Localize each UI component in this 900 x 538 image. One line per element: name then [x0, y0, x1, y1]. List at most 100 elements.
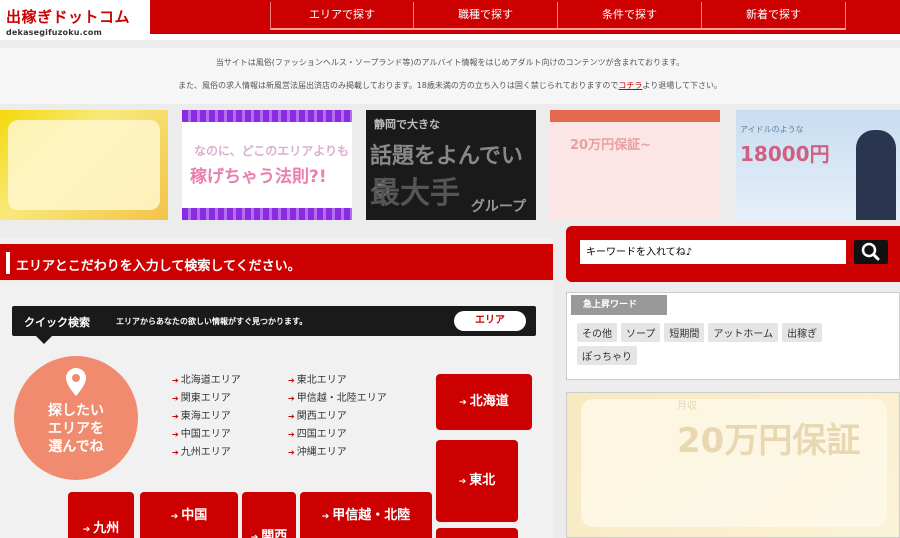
title-accent [6, 252, 10, 274]
notice-line-1: 当サイトは風俗(ファッションヘルス・ソープランド等)のアルバイト情報をはじめアダ… [215, 58, 685, 67]
arrow-icon: ➔ [172, 376, 179, 385]
area-label: 東海エリア [180, 411, 231, 422]
area-label: 九州エリア [180, 447, 231, 458]
banner-1[interactable] [0, 110, 168, 220]
banner-2[interactable]: なのに、どこのエリアよりも 稼げちゃう法則?! [182, 110, 352, 220]
area-link-chugoku[interactable]: ➔ 中国エリア [172, 426, 241, 444]
trend-tag[interactable]: 短期間 [664, 323, 705, 342]
circle-line-2: エリアを [48, 421, 104, 437]
map-label: 九州 [93, 521, 120, 536]
site-logo[interactable]: 出稼ぎドットコム dekasegifuzoku.com [6, 6, 130, 37]
map-label: 甲信越・北陸 [332, 508, 411, 523]
banner-5-line-1: アイドルのような [740, 125, 804, 134]
trend-tag[interactable]: ソープ [621, 323, 661, 342]
area-link-tohoku[interactable]: ➔ 東北エリア [288, 372, 387, 390]
nav-area[interactable]: エリアで探す [270, 2, 414, 30]
area-list-1: ➔ 北海道エリア ➔ 関東エリア ➔ 東海エリア ➔ 中国エリア ➔ 九州エリア [172, 372, 241, 462]
trend-tag[interactable]: その他 [577, 323, 617, 342]
area-link-kyushu[interactable]: ➔ 九州エリア [172, 444, 241, 462]
arrow-icon: ➔ [82, 525, 91, 535]
area-label: 関西エリア [296, 411, 347, 422]
arrow-icon: ➔ [172, 430, 179, 439]
banner-3[interactable]: 静岡で大きな 話題をよんでいる 最大手 グループ [366, 110, 536, 220]
area-label: 沖縄エリア [296, 447, 347, 458]
quick-area-button[interactable]: エリア [454, 311, 526, 331]
banner-1-panel [8, 120, 160, 210]
arrow-icon: ➔ [288, 376, 295, 385]
map-tohoku[interactable]: ➔ 東北 [436, 440, 518, 522]
arrow-icon: ➔ [288, 394, 295, 403]
notice-line-2-tail: より退場して下さい。 [642, 81, 723, 90]
banner-3-line-1: 静岡で大きな [374, 118, 440, 131]
trending-tag-list: その他 ソープ 短期間 アットホーム 出稼ぎ ぽっちゃり [577, 323, 857, 365]
circle-line-1: 探したい [48, 403, 104, 419]
area-label: 北海道エリア [180, 375, 241, 386]
trend-tag[interactable]: ぽっちゃり [577, 346, 637, 365]
area-link-okinawa[interactable]: ➔ 沖縄エリア [288, 444, 387, 462]
map-hokkaido[interactable]: ➔ 北海道 [436, 374, 532, 430]
choose-area-circle: 探したい エリアを 選んでね [14, 356, 138, 480]
logo-title: 出稼ぎドットコム [6, 8, 131, 26]
quick-search-title: クイック検索 [24, 316, 90, 329]
banner-2-line-1: なのに、どこのエリアよりも [194, 144, 350, 158]
arrow-icon: ➔ [458, 477, 467, 487]
arrow-icon: ➔ [288, 448, 295, 457]
ad-line-1: 月収 [677, 401, 697, 412]
choose-area-text: 探したい エリアを 選んでね [14, 402, 138, 456]
banner-4[interactable]: 20万円保証~ [550, 110, 720, 220]
map-pin-icon [66, 368, 86, 396]
map-label: 中国 [181, 508, 208, 523]
area-list-2: ➔ 東北エリア ➔ 甲信越・北陸エリア ➔ 関西エリア ➔ 四国エリア ➔ 沖縄エリア [288, 372, 387, 462]
arrow-icon: ➔ [172, 412, 179, 421]
map-chugoku[interactable]: ➔ 中国 [140, 492, 238, 538]
nav-new-arrivals[interactable]: 新着で探す [702, 2, 846, 30]
trend-tag[interactable]: 出稼ぎ [782, 323, 823, 342]
trending-title: 急上昇ワード [571, 295, 667, 315]
map-kyushu[interactable]: ➔ 九州 [68, 492, 134, 538]
exit-link[interactable]: コチラ [618, 81, 642, 90]
banner-4-line-1: 20万円保証~ [570, 138, 651, 153]
arrow-icon: ➔ [288, 430, 295, 439]
area-link-hokkaido[interactable]: ➔ 北海道エリア [172, 372, 241, 390]
search-icon [861, 242, 880, 261]
site-header: 出稼ぎドットコム dekasegifuzoku.com エリアで探す 職種で探す… [0, 0, 900, 40]
arrow-icon: ➔ [250, 533, 259, 538]
map-kanto[interactable] [436, 528, 518, 538]
banner-2-stripe-bottom [182, 208, 352, 220]
quick-search-desc: エリアからあなたの欲しい情報がすぐ見つかります。 [116, 317, 308, 326]
trend-tag[interactable]: アットホーム [708, 323, 779, 342]
map-koshinetsu[interactable]: ➔ 甲信越・北陸 [300, 492, 432, 538]
banner-5[interactable]: アイドルのような 18000円 [736, 110, 900, 220]
notice-line-2: また、風俗の求人情報は新風営法届出済店のみ掲載しております。18歳未満の方の立ち… [0, 80, 900, 91]
map-label: 関西 [261, 529, 288, 538]
area-label: 東北エリア [296, 375, 347, 386]
area-link-koshinetsu[interactable]: ➔ 甲信越・北陸エリア [288, 390, 387, 408]
banner-3-line-3: 最大手 [370, 176, 460, 211]
map-label: 東北 [469, 473, 496, 488]
keyword-input[interactable] [580, 240, 846, 264]
map-label: 北海道 [469, 394, 509, 409]
keyword-search-button[interactable] [854, 240, 888, 264]
banner-5-person-image [856, 130, 896, 220]
area-label: 四国エリア [296, 429, 347, 440]
area-link-tokai[interactable]: ➔ 東海エリア [172, 408, 241, 426]
arrow-icon: ➔ [172, 394, 179, 403]
banner-3-line-4: グループ [470, 199, 526, 215]
banner-4-band [550, 110, 720, 122]
search-title-bar: エリアとこだわりを入力して検索してください。 [0, 244, 553, 282]
sidebar-ad-banner[interactable]: 月収 20万円保証 [566, 392, 900, 538]
arrow-icon: ➔ [172, 448, 179, 457]
nav-job-type[interactable]: 職種で探す [414, 2, 558, 30]
banner-5-line-2: 18000円 [740, 142, 830, 166]
area-link-shikoku[interactable]: ➔ 四国エリア [288, 426, 387, 444]
banner-2-stripe-top [182, 110, 352, 122]
circle-line-3: 選んでね [48, 439, 104, 455]
nav-conditions[interactable]: 条件で探す [558, 2, 702, 30]
trending-words: 急上昇ワード その他 ソープ 短期間 アットホーム 出稼ぎ ぽっちゃり [566, 292, 900, 380]
area-label: 甲信越・北陸エリア [296, 393, 387, 404]
main-nav: エリアで探す 職種で探す 条件で探す 新着で探す [270, 2, 846, 30]
area-link-kansai[interactable]: ➔ 関西エリア [288, 408, 387, 426]
area-label: 中国エリア [180, 429, 231, 440]
map-kansai[interactable]: ➔ 関西 [242, 492, 296, 538]
area-link-kanto[interactable]: ➔ 関東エリア [172, 390, 241, 408]
